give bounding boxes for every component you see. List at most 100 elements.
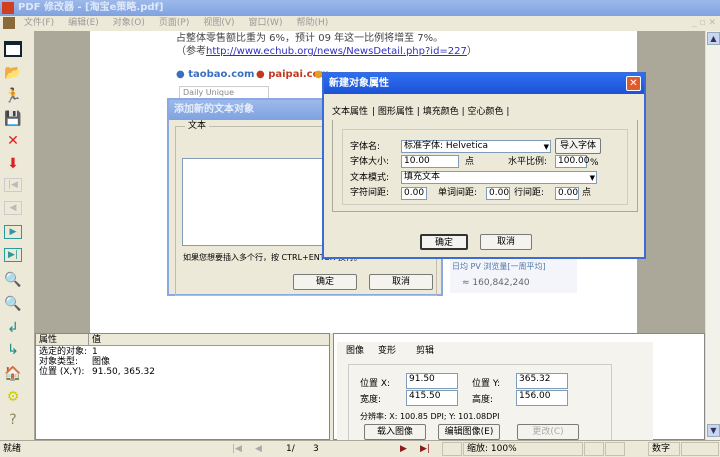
cancel-button[interactable]: 取消 [369,274,433,290]
tab-graphic-properties[interactable]: 图形属性 [378,107,414,117]
runner-icon[interactable]: 🏃 [4,87,22,105]
prev-page-icon[interactable]: ◀ [255,443,262,455]
prop-key: 位置 (X,Y): [39,367,85,377]
tab-image[interactable]: 图像 [346,345,364,357]
window-title: PDF 修改器 - [淘宝e策略.pdf] [18,2,164,13]
tab-transform[interactable]: 变形 [378,345,396,357]
zoom-in-icon[interactable]: 🔍 [4,271,22,289]
logo-taobao: ● taobao.com [176,69,255,80]
word-spacing-input[interactable]: 0.00 [486,187,510,200]
scroll-up-icon[interactable]: ▲ [707,32,720,45]
menu-bar: 文件(F) 编辑(E) 对象(O) 页面(P) 视图(V) 窗口(W) 帮助(H) _ ▫ … [0,16,720,31]
text-group-label: 文本 [185,120,210,132]
tab-crop[interactable]: 剪辑 [416,345,434,357]
menu-window[interactable]: 窗口(W) [249,18,283,28]
stamp-icon[interactable]: 🏠 [4,365,22,383]
line-spacing-label: 行间距: [514,188,545,198]
page-text-line: 占整体零售额比重为 6%，预计 09 年这一比例将增至 7%。 [176,33,444,44]
first-page-icon[interactable]: |◀ [4,178,22,192]
column-value[interactable]: 值 [92,334,101,346]
menu-file[interactable]: 文件(F) [24,18,54,28]
percent-label: % [590,158,599,168]
menu-help[interactable]: 帮助(H) [296,18,328,28]
tab-strip: 文本属性 | 图形属性 | 填充颜色 | 空心颜色 | [332,107,510,117]
ok-button[interactable]: 确定 [293,274,357,290]
line-spacing-input[interactable]: 0.00 [555,187,579,200]
new-window-icon[interactable] [4,41,22,57]
status-ready: 就绪 [3,444,22,454]
import-font-button[interactable]: 导入字体 [555,138,601,154]
ok-button[interactable]: 确定 [420,234,468,250]
settings-gear-icon[interactable]: ⚙ [4,388,22,406]
chevron-down-icon: ▼ [543,143,549,151]
hscale-input[interactable]: 100.00 [555,155,590,168]
next-page-icon[interactable]: ▶ [400,443,407,455]
text-mode-select[interactable]: 填充文本 ▼ [401,171,597,184]
window-controls[interactable]: _ ▫ ✕ [692,16,716,31]
page-text-ref: （参考http://www.echub.org/news/NewsDetail.… [176,46,477,58]
rotate-right-icon[interactable]: ↳ [4,341,22,359]
pv-label: 日均 PV 浏览量[一周平均] [452,262,546,271]
menu-view[interactable]: 视图(V) [203,18,234,28]
next-page-icon[interactable]: ▶ [4,225,22,239]
help-icon[interactable]: ? [4,411,22,429]
tab-stroke-color[interactable]: 空心颜色 [467,107,503,117]
column-attr[interactable]: 属性 [39,334,57,346]
object-properties-dialog: 新建对象属性 ✕ 文本属性 | 图形属性 | 填充颜色 | 空心颜色 | 字体名:… [322,72,646,259]
doc-icon [3,16,15,29]
load-image-button[interactable]: 载入图像 [364,424,426,440]
chevron-down-icon: ▼ [589,174,595,182]
page-total: 3 [313,444,319,454]
prev-page-icon[interactable]: ◀ [4,201,22,215]
vertical-scrollbar[interactable]: ▲ ▼ [705,31,720,440]
properties-panel: 属性 值 选定的对象: 1 对象类型: 图像 位置 (X,Y): 91.50, 365… [35,333,330,440]
edit-image-button[interactable]: 编辑图像(E) [438,424,500,440]
resolution-text: 分辨率: X: 100.85 DPI; Y: 101.08DPI [360,412,500,421]
image-panel: 图像 变形 剪辑 位置 X: 91.50 位置 Y: 365.32 宽度: 41… [333,333,705,441]
delete-icon[interactable]: ✕ [4,132,22,150]
unit-label: 点 [582,188,592,198]
width-label: 宽度: [360,395,382,405]
ref-link[interactable]: http://www.echub.org/news/NewsDetail.php… [206,46,467,57]
last-page-icon[interactable]: ▶| [4,248,22,262]
rotate-left-icon[interactable]: ↲ [4,319,22,337]
zoom-out-icon[interactable]: 🔍 [4,295,22,313]
unit-label: 点 [465,157,475,167]
page-current[interactable]: 1/ [286,443,295,455]
zoom-level: 缩放: 100% [463,442,583,456]
font-name-select[interactable]: 标准字体: Helvetica ▼ [401,140,551,153]
scroll-down-icon[interactable]: ▼ [707,424,720,437]
cancel-button[interactable]: 取消 [480,234,532,250]
width-input[interactable]: 415.50 [406,390,458,406]
properties-header: 属性 值 [36,334,329,346]
char-spacing-input[interactable]: 0.00 [401,187,427,200]
char-spacing-label: 字符间距: [350,188,390,198]
font-name-label: 字体名: [350,142,381,152]
first-page-icon[interactable]: |◀ [232,443,242,455]
font-size-label: 字体大小: [350,157,390,167]
num-lock: 数字 [648,442,680,456]
pos-x-input[interactable]: 91.50 [406,373,458,389]
pos-y-input[interactable]: 365.32 [516,373,568,389]
font-size-input[interactable]: 10.00 [401,155,459,168]
save-disk-icon[interactable]: 💾 [4,110,22,128]
pos-x-label: 位置 X: [360,379,391,389]
text-mode-label: 文本模式: [350,173,390,183]
download-arrow-icon[interactable]: ⬇ [4,155,22,173]
last-page-icon[interactable]: ▶| [420,443,430,455]
change-button[interactable]: 更改(C) [517,424,579,440]
height-input[interactable]: 156.00 [516,390,568,406]
pos-y-label: 位置 Y: [472,379,501,389]
height-label: 高度: [472,395,494,405]
word-spacing-label: 单词间距: [438,188,478,198]
menu-edit[interactable]: 编辑(E) [68,18,99,28]
pv-box: 日均 PV 浏览量[一周平均] ≈ 160,842,240 [450,259,577,293]
prop-value: 91.50, 365.32 [92,367,155,377]
open-folder-icon[interactable]: 📂 [4,64,22,82]
tab-text-properties[interactable]: 文本属性 [332,107,368,117]
menu-page[interactable]: 页面(P) [159,18,189,28]
close-icon[interactable]: ✕ [626,76,641,91]
app-icon [2,2,14,14]
tab-fill-color[interactable]: 填充颜色 [423,107,459,117]
menu-object[interactable]: 对象(O) [113,18,145,28]
